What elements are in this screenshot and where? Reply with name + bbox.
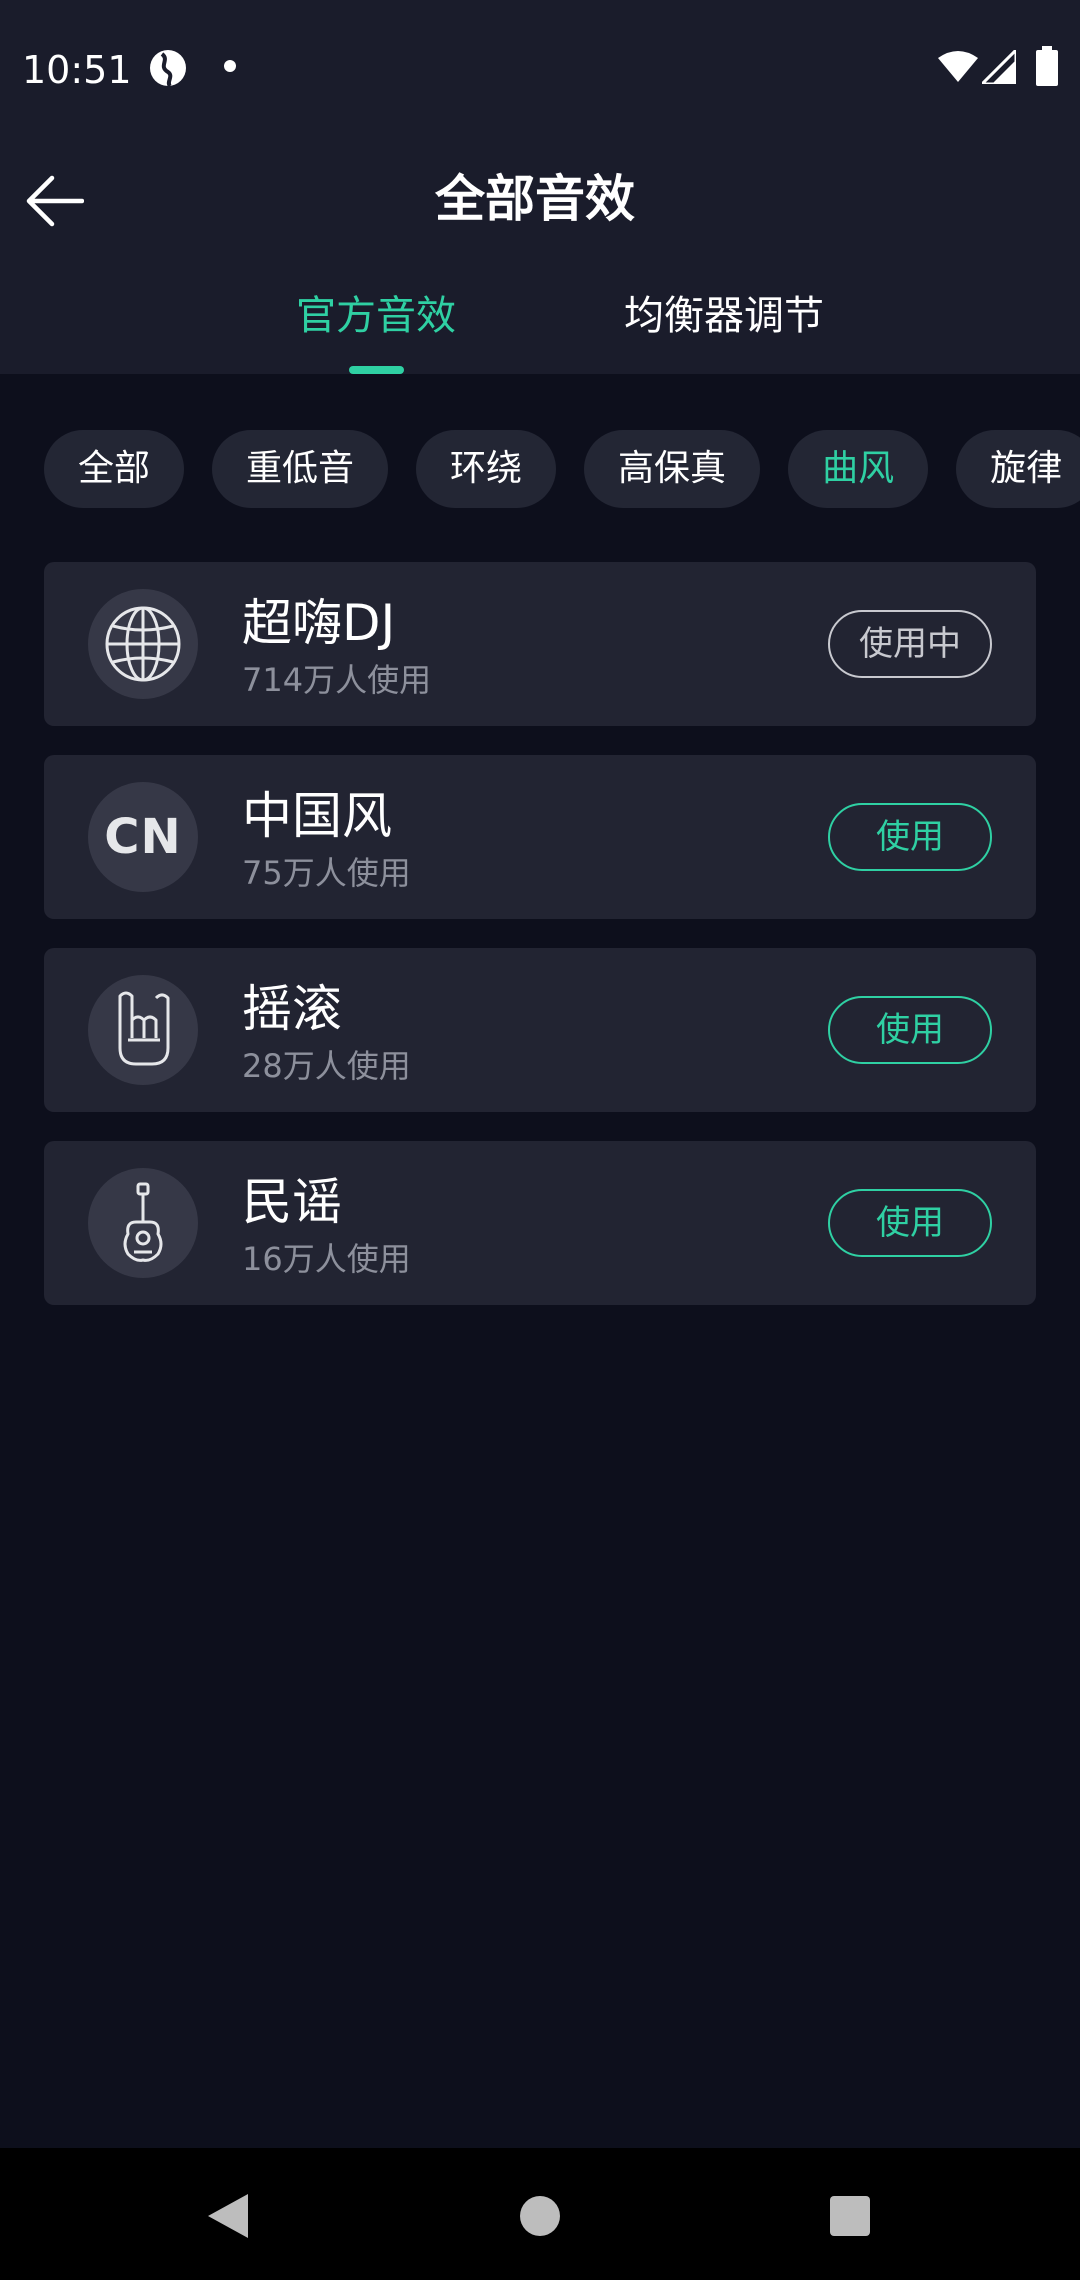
globe-icon [88,589,198,699]
battery-icon [1036,46,1058,86]
list-item[interactable]: 摇滚 28万人使用 使用 [44,948,1036,1112]
filter-chips: 全部 重低音 环绕 高保真 曲风 旋律 [44,430,1080,508]
status-time: 10:51 [22,48,132,92]
use-button[interactable]: 使用 [828,996,992,1064]
guitar-icon [88,1168,198,1278]
tab-indicator [349,366,404,374]
wifi-icon [938,50,978,84]
effect-users: 28万人使用 [242,1047,411,1085]
list-item[interactable]: CN 中国风 75万人使用 使用 [44,755,1036,919]
chip-melody[interactable]: 旋律 [956,430,1080,508]
tab-official-effects[interactable]: 官方音效 [276,288,476,344]
nav-back-icon[interactable] [204,2192,250,2240]
effect-users: 714万人使用 [242,661,432,699]
use-button[interactable]: 使用 [828,803,992,871]
effect-users: 75万人使用 [242,854,411,892]
list-item[interactable]: 民谣 16万人使用 使用 [44,1141,1036,1305]
nav-home-icon[interactable] [520,2196,560,2236]
rock-hand-icon [88,975,198,1085]
chip-all[interactable]: 全部 [44,430,185,508]
chip-hifi[interactable]: 高保真 [584,430,761,508]
chip-bass[interactable]: 重低音 [212,430,389,508]
list-item[interactable]: 超嗨DJ 714万人使用 使用中 [44,562,1036,726]
cn-badge-text: CN [104,809,182,865]
notification-dot [224,60,236,72]
effect-users: 16万人使用 [242,1240,411,1278]
use-button[interactable]: 使用 [828,1189,992,1257]
globe-icon [148,48,188,88]
effect-name: 中国风 [242,787,392,845]
page-title: 全部音效 [435,170,635,228]
effect-name: 民谣 [242,1173,342,1231]
chip-surround[interactable]: 环绕 [416,430,557,508]
tab-equalizer[interactable]: 均衡器调节 [614,288,834,344]
effect-name: 超嗨DJ [242,594,396,652]
system-nav-bar [0,2148,1080,2280]
signal-icon [978,46,1018,86]
effect-name: 摇滚 [242,980,342,1038]
chip-genre[interactable]: 曲风 [788,430,929,508]
cn-badge-icon: CN [88,782,198,892]
in-use-button[interactable]: 使用中 [828,610,992,678]
nav-recents-icon[interactable] [830,2196,870,2236]
